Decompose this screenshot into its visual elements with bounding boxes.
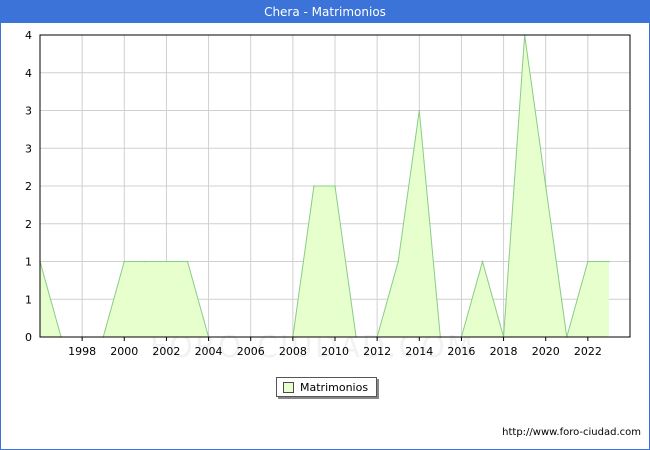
y-tick-label: 1: [25, 293, 32, 306]
data-point: [144, 260, 147, 263]
source-url: http://www.foro-ciudad.com: [502, 427, 641, 438]
legend-swatch: [283, 381, 294, 393]
y-tick-label: 3: [25, 105, 32, 118]
data-point: [397, 260, 400, 263]
y-tick-label: 4: [25, 29, 32, 42]
y-tick-label: 4: [25, 67, 32, 80]
x-tick-label: 2014: [405, 345, 433, 358]
x-tick-label: 2016: [447, 345, 475, 358]
y-tick-label: 0: [25, 331, 32, 344]
x-tick-label: 2000: [110, 345, 138, 358]
data-point: [608, 260, 610, 263]
x-tick-label: 2004: [195, 345, 223, 358]
data-point: [544, 185, 547, 187]
x-tick-label: 2008: [279, 345, 307, 358]
x-tick-label: 2010: [321, 345, 349, 358]
legend: Matrimonios: [276, 377, 378, 397]
x-tick-label: 2018: [490, 345, 518, 358]
x-tick-label: 2002: [152, 345, 180, 358]
data-point: [587, 260, 589, 263]
y-tick-label: 1: [25, 256, 32, 269]
data-point: [481, 260, 484, 263]
y-tick-label: 2: [25, 218, 32, 231]
data-point: [123, 260, 126, 263]
x-tick-label: 1998: [68, 345, 96, 358]
x-tick-label: 2006: [237, 345, 265, 358]
y-tick-label: 2: [25, 180, 32, 193]
legend-label: Matrimonios: [300, 380, 369, 394]
data-point: [313, 185, 315, 187]
x-tick-label: 2012: [363, 345, 391, 358]
data-point: [334, 185, 336, 187]
x-tick-label: 2022: [574, 345, 602, 358]
data-point: [165, 260, 168, 263]
y-tick-label: 3: [25, 142, 32, 155]
x-tick-label: 2020: [532, 345, 560, 358]
data-point: [418, 109, 421, 112]
data-point: [186, 260, 189, 263]
